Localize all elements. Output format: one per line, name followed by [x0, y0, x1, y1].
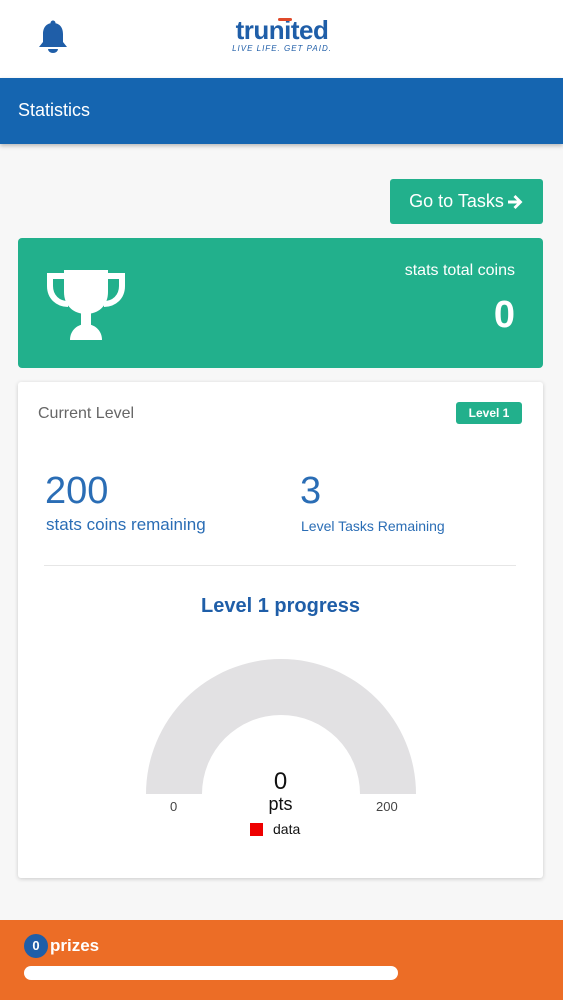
tasks-remaining-value: 3 [300, 470, 322, 512]
gauge-legend: data [250, 821, 300, 837]
total-coins-card: stats total coins 0 [18, 238, 543, 368]
trophy-icon [44, 266, 128, 344]
gauge-max-label: 200 [376, 799, 398, 814]
level-badge: Level 1 [456, 402, 522, 424]
coins-remaining-value: 200 [45, 470, 109, 512]
gauge-unit: pts [268, 794, 293, 814]
prizes-progress-bar [24, 966, 398, 980]
level-progress-title: Level 1 progress [201, 595, 360, 617]
page-title: Statistics [18, 100, 91, 120]
current-level-card: Current Level Level 1 200 stats coins re… [18, 382, 543, 878]
legend-label: data [273, 821, 301, 837]
coins-remaining-label: stats coins remaining [46, 515, 206, 534]
total-coins-value: 0 [493, 294, 515, 336]
card-divider [44, 565, 516, 566]
top-bar: trunited LIVE LIFE. GET PAID. [0, 0, 563, 78]
gauge-min-label: 0 [170, 799, 178, 814]
go-to-tasks-button[interactable]: Go to Tasks [390, 179, 543, 224]
prizes-footer: 0 prizes [0, 920, 563, 1000]
app-logo: trunited LIVE LIFE. GET PAID. [226, 16, 338, 60]
prizes-label: prizes [50, 936, 100, 955]
page-header: Statistics [0, 78, 563, 144]
go-to-tasks-label: Go to Tasks [409, 191, 504, 211]
prizes-count-badge: 0 [24, 934, 48, 958]
logo-tagline: LIVE LIFE. GET PAID. [232, 44, 332, 53]
tasks-remaining-label: Level Tasks Remaining [301, 518, 445, 534]
current-level-heading: Current Level [38, 405, 135, 422]
logo-mark [278, 18, 292, 21]
gauge-value: 0 [273, 768, 288, 795]
legend-swatch [250, 822, 263, 836]
bell-icon[interactable] [36, 20, 70, 56]
arrow-right-icon [506, 193, 524, 211]
total-coins-label: stats total coins [404, 262, 515, 279]
